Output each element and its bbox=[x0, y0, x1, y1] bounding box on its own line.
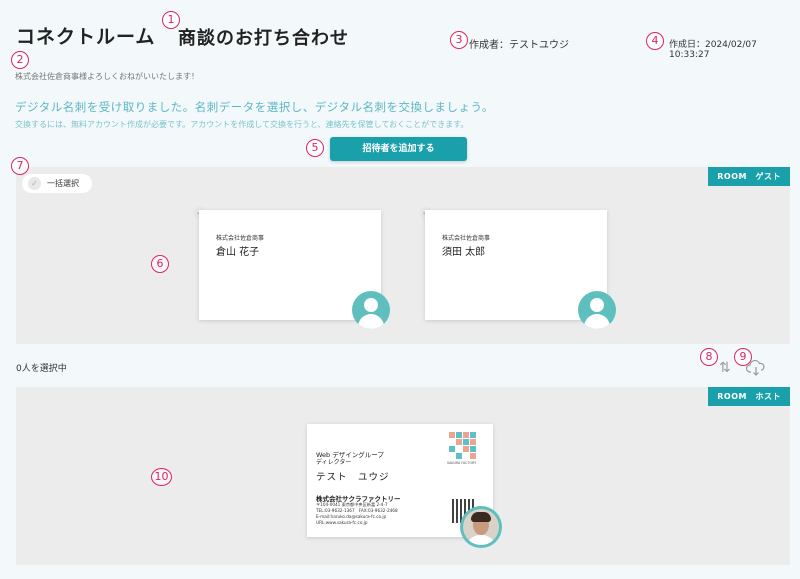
annotation-marker: 3 bbox=[450, 31, 468, 49]
annotation-marker: 4 bbox=[646, 32, 664, 50]
guest-card[interactable]: 株式会社佐倉商事 須田 太郎 bbox=[425, 210, 616, 329]
card-name: 須田 太郎 bbox=[442, 247, 486, 258]
greeting-message: 株式会社佐倉商事様よろしくおねがいいたします！ bbox=[15, 72, 199, 81]
author-label: 作成者：テストユウジ bbox=[469, 40, 569, 51]
annotation-marker: 5 bbox=[306, 139, 324, 157]
company-logo-text: SAKURA FACTORY bbox=[447, 461, 477, 465]
host-room-badge: ROOM ホスト bbox=[708, 387, 790, 406]
info-submessage: 交換するには、無料アカウント作成が必要です。アカウントを作成して交換を行うと、連… bbox=[15, 120, 469, 129]
annotation-marker: 10 bbox=[151, 468, 172, 486]
annotation-marker: 2 bbox=[11, 51, 29, 69]
guest-room-badge: ROOM ゲスト bbox=[708, 167, 790, 186]
guest-room-section: ROOM ゲスト ✓ 一括選択 ✓ 株式会社佐倉商事 倉山 花子 ✓ 株式会社佐… bbox=[16, 167, 790, 344]
check-icon: ✓ bbox=[28, 177, 41, 190]
user-avatar-icon bbox=[578, 291, 616, 329]
profile-photo bbox=[460, 506, 502, 548]
info-message: デジタル名刺を受け取りました。名刺データを選択し、デジタル名刺を交換しましょう。 bbox=[15, 100, 494, 114]
select-all-toggle[interactable]: ✓ 一括選択 bbox=[22, 174, 92, 193]
room-title: コネクトルーム bbox=[16, 26, 156, 48]
select-all-label: 一括選択 bbox=[47, 179, 79, 188]
swap-icon[interactable]: ⇅ bbox=[719, 360, 731, 376]
annotation-marker: 1 bbox=[162, 11, 180, 29]
card-company: 株式会社佐倉商事 bbox=[442, 235, 491, 242]
card-name: テスト ユウジ bbox=[316, 472, 390, 483]
guest-card[interactable]: 株式会社佐倉商事 倉山 花子 bbox=[199, 210, 390, 329]
created-date: 作成日：2024/02/07 10:33:27 bbox=[669, 40, 757, 60]
card-title: ディレクター bbox=[316, 459, 352, 466]
card-name: 倉山 花子 bbox=[216, 247, 260, 258]
annotation-marker: 7 bbox=[11, 157, 29, 175]
card-address: 〒104-0041 東京都中央区新富 2-4-7 TEL:03-9632-136… bbox=[316, 502, 398, 525]
meeting-title: 商談のお打ち合わせ bbox=[178, 28, 349, 49]
add-invitee-button[interactable]: 招待者を追加する bbox=[330, 137, 467, 161]
annotation-marker: 8 bbox=[700, 348, 718, 366]
host-room-section: ROOM ホスト Web デザイングループ ディレクター テスト ユウジ 株式会… bbox=[16, 387, 790, 565]
card-company: 株式会社佐倉商事 bbox=[216, 235, 265, 242]
selected-count: 0人を選択中 bbox=[16, 364, 67, 374]
annotation-marker: 9 bbox=[734, 348, 752, 366]
company-logo-icon bbox=[449, 432, 481, 460]
user-avatar-icon bbox=[352, 291, 390, 329]
host-business-card[interactable]: Web デザイングループ ディレクター テスト ユウジ 株式会社サクラファクトリ… bbox=[307, 424, 502, 548]
annotation-marker: 6 bbox=[151, 255, 169, 273]
